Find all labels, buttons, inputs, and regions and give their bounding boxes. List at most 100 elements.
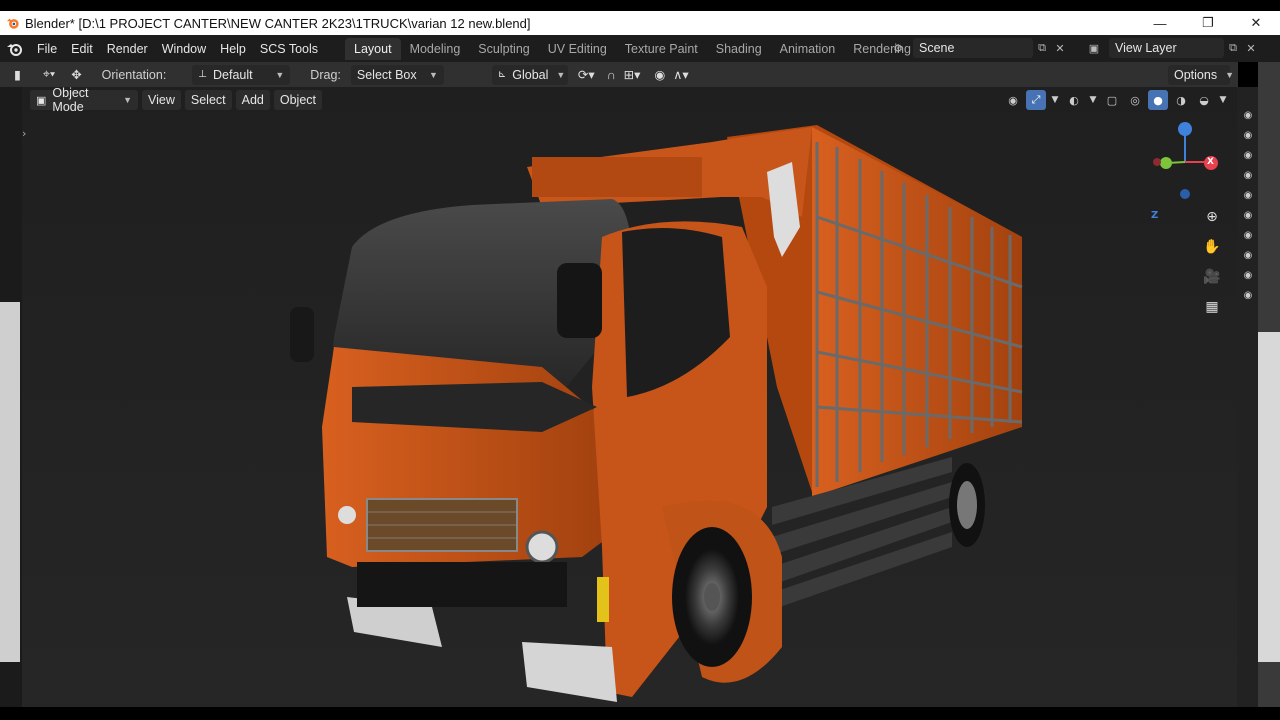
pan-hand-icon[interactable]: ✋ (1200, 235, 1224, 259)
drag-label: Drag: (310, 67, 341, 82)
zoom-icon[interactable]: ⊕ (1200, 205, 1224, 229)
chevron-down-icon: ▼ (1225, 69, 1235, 80)
camera-visibility-icon[interactable]: ◉ (1241, 209, 1255, 223)
menu-help[interactable]: Help (213, 42, 253, 56)
camera-visibility-icon[interactable]: ◉ (1241, 249, 1255, 263)
viewport-scene: › (22, 87, 1237, 707)
screen-top-edge (0, 0, 1280, 11)
toolbar-expand-arrow: › (22, 127, 26, 140)
rendered-shading-icon[interactable]: ◒ (1194, 90, 1214, 110)
tab-texture-paint[interactable]: Texture Paint (616, 38, 707, 60)
tab-shading[interactable]: Shading (707, 38, 771, 60)
material-shading-icon[interactable]: ◑ (1171, 90, 1191, 110)
tab-animation[interactable]: Animation (771, 38, 845, 60)
3d-viewport[interactable]: › ▣ Object Mode ▼ View Select Add Object… (22, 87, 1237, 707)
tab-layout[interactable]: Layout (345, 37, 401, 60)
visibility-eye-icon[interactable]: ◉ (1003, 90, 1023, 110)
camera-visibility-icon[interactable]: ◉ (1241, 129, 1255, 143)
menu-file[interactable]: File (30, 42, 64, 56)
solid-shading-icon[interactable]: ● (1148, 90, 1168, 110)
viewport-header: ▣ Object Mode ▼ View Select Add Object (30, 87, 323, 114)
camera-visibility-icon[interactable]: ◉ (1241, 229, 1255, 243)
tool-settings-bar: ▮ ⌖▾ ✥ Orientation: ⊥ Default ▼ Drag: Se… (0, 62, 1238, 87)
options-dropdown[interactable]: Options ▼ (1168, 64, 1234, 85)
gizmo-z-label: Z (1151, 210, 1159, 221)
menu-window[interactable]: Window (155, 42, 213, 56)
tab-sculpting[interactable]: Sculpting (469, 38, 538, 60)
orientation-label: Orientation: (101, 67, 167, 82)
chevron-down-icon[interactable]: ▼ (1087, 90, 1099, 110)
transform-pivot-icon[interactable]: ⌖▾ (39, 65, 59, 85)
chevron-down-icon: ▼ (428, 69, 438, 80)
workspace-tabs: Layout Modeling Sculpting UV Editing Tex… (345, 37, 920, 60)
menu-view[interactable]: View (142, 90, 181, 110)
maximize-button[interactable]: ❐ (1184, 11, 1232, 35)
chevron-down-icon[interactable]: ▼ (1049, 90, 1061, 110)
blender-logo-icon[interactable] (0, 35, 30, 62)
camera-visibility-icon[interactable]: ◉ (1241, 149, 1255, 163)
orientation-dropdown[interactable]: ⊥ Default ▼ (192, 64, 291, 85)
move-tool-icon[interactable]: ✥ (67, 65, 85, 85)
menu-object[interactable]: Object (273, 90, 323, 110)
screen-bottom-edge (0, 707, 1280, 720)
view-layer-icon[interactable]: ▣ (1085, 39, 1103, 57)
mode-value: Object Mode (52, 87, 89, 114)
transform-orientation-value: Global (512, 67, 549, 82)
tab-uv-editing[interactable]: UV Editing (539, 38, 616, 60)
menu-render[interactable]: Render (100, 42, 155, 56)
visibility-toggles: ◉ ◉ ◉ ◉ ◉ ◉ ◉ ◉ ◉ ◉ (1239, 109, 1257, 309)
adjacent-editor-preview (1258, 332, 1280, 662)
viewport-shading-controls: ◉ ⤢ ▼ ◐ ▼ ▢ ◎ ● ◑ ◒ ▼ (1003, 90, 1229, 110)
proportional-edit-icon[interactable]: ◉ (650, 65, 669, 85)
left-editor-strip (0, 87, 22, 707)
new-scene-icon[interactable]: ⧉ (1033, 39, 1051, 57)
camera-visibility-icon[interactable]: ◉ (1241, 289, 1255, 303)
view-layer-name-field[interactable]: View Layer (1109, 38, 1224, 58)
close-button[interactable]: ✕ (1232, 11, 1280, 35)
camera-visibility-icon[interactable]: ◉ (1241, 269, 1255, 283)
delete-scene-icon[interactable]: ✕ (1051, 39, 1069, 57)
ortho-grid-icon[interactable]: ▦ (1200, 295, 1224, 319)
right-mirror (557, 263, 602, 338)
gizmo-x-label: X (1207, 157, 1214, 167)
scene-icon[interactable]: ⚙ (889, 39, 907, 57)
gizmo-toggle-icon[interactable]: ⤢ (1026, 90, 1046, 110)
orientation-axes-icon: ⊥ (198, 69, 208, 80)
view-layer-selector: ▣ View Layer ⧉ ✕ (1085, 37, 1260, 59)
transform-orientation-dropdown[interactable]: ⊾ Global ▼ (491, 64, 568, 85)
tab-modeling[interactable]: Modeling (401, 38, 470, 60)
snap-magnet-icon[interactable]: ∩ (603, 65, 620, 85)
xray-toggle-icon[interactable]: ▢ (1102, 90, 1122, 110)
top-menubar: File Edit Render Window Help SCS Tools L… (0, 35, 1280, 62)
drag-value: Select Box (356, 67, 417, 82)
sidebar-toggle-icon[interactable]: ▮ (10, 65, 25, 85)
camera-visibility-icon[interactable]: ◉ (1241, 189, 1255, 203)
window-title: Blender* [D:\1 PROJECT CANTER\NEW CANTER… (25, 15, 531, 31)
new-view-layer-icon[interactable]: ⧉ (1224, 39, 1242, 57)
menu-select[interactable]: Select (184, 90, 232, 110)
drag-dropdown[interactable]: Select Box ▼ (350, 64, 444, 85)
overlays-icon[interactable]: ◐ (1064, 90, 1084, 110)
wireframe-shading-icon[interactable]: ◎ (1125, 90, 1145, 110)
minimize-button[interactable]: — (1136, 11, 1184, 35)
camera-view-icon[interactable]: 🎥 (1200, 265, 1224, 289)
chevron-down-icon: ▼ (275, 69, 285, 80)
blender-app-icon (6, 18, 19, 29)
falloff-curve-icon[interactable]: ∧▾ (669, 65, 692, 85)
camera-visibility-icon[interactable]: ◉ (1241, 169, 1255, 183)
scene-name-field[interactable]: Scene (913, 38, 1033, 58)
menu-add[interactable]: Add (235, 90, 270, 110)
outliner-visibility-column: ◉ ◉ ◉ ◉ ◉ ◉ ◉ ◉ ◉ ◉ (1237, 87, 1258, 707)
camera-visibility-icon[interactable]: ◉ (1241, 109, 1255, 123)
mode-dropdown[interactable]: ▣ Object Mode ▼ (30, 87, 138, 114)
delete-view-layer-icon[interactable]: ✕ (1242, 39, 1260, 57)
chevron-down-icon[interactable]: ▼ (1217, 90, 1229, 110)
pivot-point-icon[interactable]: ⟳▾ (574, 65, 599, 85)
right-editor-strip (1258, 62, 1280, 707)
global-axes-icon: ⊾ (497, 69, 507, 80)
menu-scs-tools[interactable]: SCS Tools (253, 42, 325, 56)
snap-target-icon[interactable]: ⊞▾ (620, 65, 645, 85)
left-mirror (290, 307, 314, 362)
menu-edit[interactable]: Edit (64, 42, 100, 56)
scene-selector: ⚙ Scene ⧉ ✕ (889, 37, 1069, 59)
